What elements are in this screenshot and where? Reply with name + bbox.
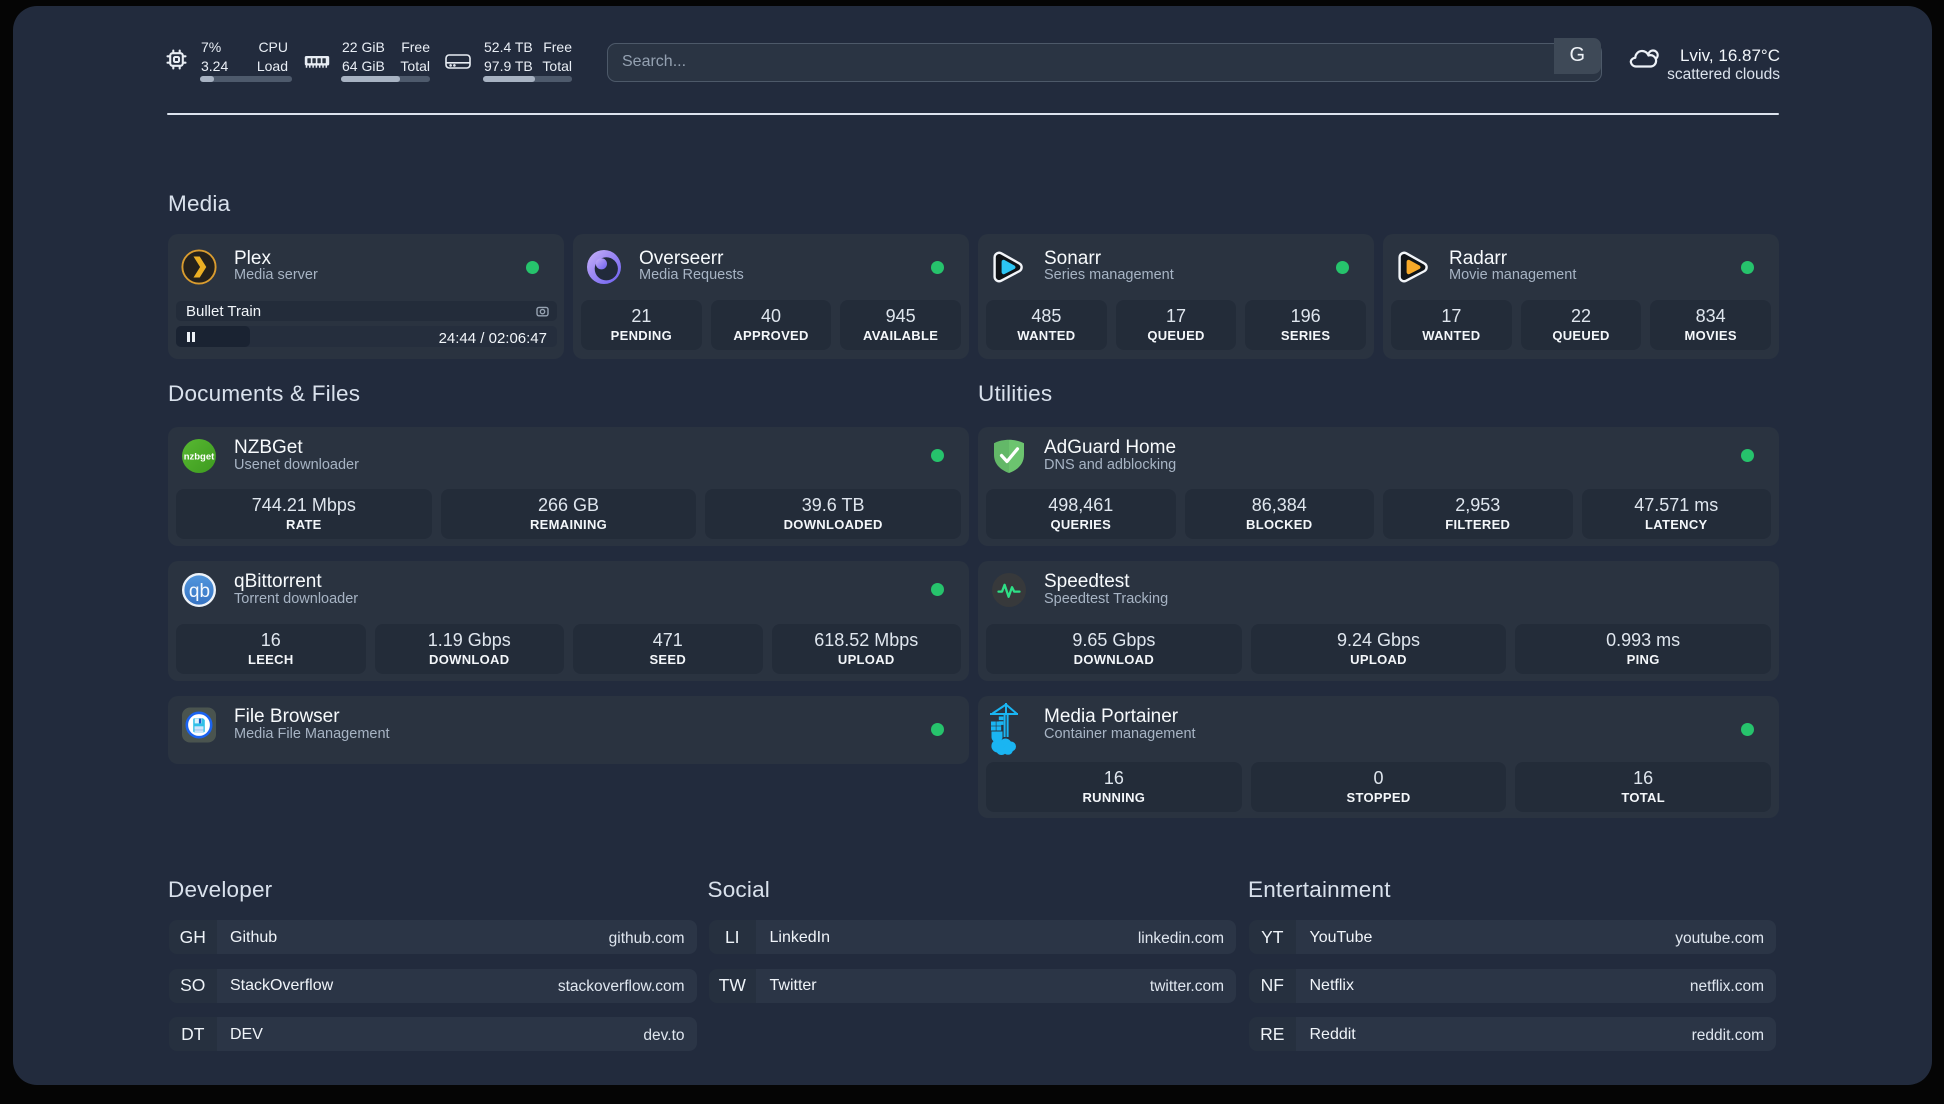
svg-text:qb: qb: [189, 581, 210, 602]
svg-text:nzbget: nzbget: [184, 452, 215, 463]
